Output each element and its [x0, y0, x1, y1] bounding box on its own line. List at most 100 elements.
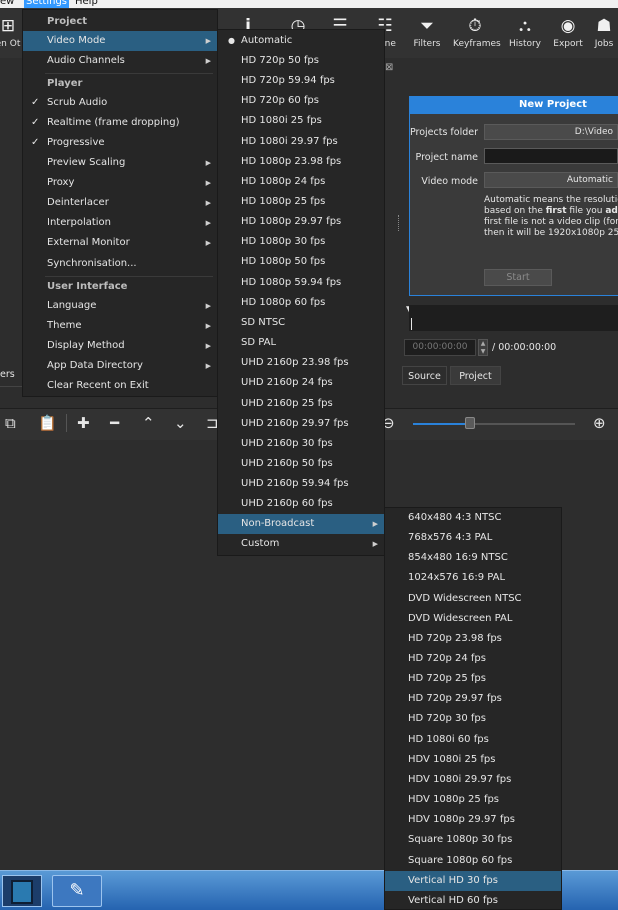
menu-item-resolution[interactable]: HD 720p 23.98 fps [385, 629, 561, 649]
zoom-slider-handle[interactable] [465, 417, 475, 429]
menu-item-progressive[interactable]: ✓ Progressive [23, 133, 217, 153]
splitter-handle[interactable] [398, 215, 400, 231]
menu-item-video-mode[interactable]: UHD 2160p 60 fps [218, 494, 384, 514]
menu-item-theme[interactable]: Theme ▶ [23, 316, 217, 336]
menu-item-audio-channels[interactable]: Audio Channels ▶ [23, 51, 217, 71]
history-button[interactable]: ⛬ History [503, 14, 547, 58]
left-panel-tab[interactable]: ers [0, 369, 15, 380]
menu-item-resolution[interactable]: HD 1080i 60 fps [385, 730, 561, 750]
menu-item-resolution[interactable]: HD 720p 29.97 fps [385, 689, 561, 709]
menu-item-video-mode[interactable]: HD 1080p 25 fps [218, 192, 384, 212]
tab-project[interactable]: Project [450, 366, 501, 385]
menu-item-display-method[interactable]: Display Method ▶ [23, 336, 217, 356]
taskbar-app-paint[interactable]: ✎ [52, 875, 102, 907]
keyframes-button[interactable]: ⏱ Keyframes [453, 14, 501, 58]
chevron-right-icon: ▶ [205, 57, 211, 65]
menu-item-non-broadcast[interactable]: Non-Broadcast ▶ [218, 514, 384, 534]
video-mode-label: Video mode [421, 176, 478, 187]
playhead [411, 318, 412, 330]
menu-item-resolution[interactable]: HDV 1080p 29.97 fps [385, 810, 561, 830]
menu-item-video-mode[interactable]: UHD 2160p 50 fps [218, 454, 384, 474]
chevron-right-icon: ▶ [205, 37, 211, 45]
menu-item-realtime[interactable]: ✓ Realtime (frame dropping) [23, 113, 217, 133]
menu-help[interactable]: Help [75, 0, 98, 8]
menu-item-video-mode[interactable]: SD NTSC [218, 313, 384, 333]
menu-item-resolution[interactable]: HD 720p 30 fps [385, 709, 561, 729]
menu-item-video-mode[interactable]: HD 1080p 59.94 fps [218, 273, 384, 293]
timecode-field[interactable]: 00:00:00:00 [404, 339, 476, 356]
project-name-field[interactable] [484, 148, 618, 164]
lift-icon[interactable]: ⌃ [142, 414, 155, 432]
menu-item-preview-scaling[interactable]: Preview Scaling ▶ [23, 153, 217, 173]
divider [0, 386, 22, 387]
menu-item-proxy[interactable]: Proxy ▶ [23, 173, 217, 193]
menu-item-vertical-hd-60[interactable]: Vertical HD 60 fps [385, 891, 561, 910]
tab-source[interactable]: Source [402, 366, 447, 385]
jobs-button[interactable]: ☗ Jobs [582, 14, 618, 58]
menu-item-video-mode[interactable]: UHD 2160p 59.94 fps [218, 474, 384, 494]
menu-item-resolution[interactable]: 1024x576 16:9 PAL [385, 568, 561, 588]
menu-item-resolution[interactable]: Square 1080p 60 fps [385, 851, 561, 871]
start-button[interactable]: Start [484, 269, 552, 286]
menu-item-synchronisation[interactable]: Synchronisation... [23, 254, 217, 274]
menu-item-video-mode[interactable]: UHD 2160p 24 fps [218, 373, 384, 393]
menu-item-video-mode[interactable]: HD 1080p 60 fps [218, 293, 384, 313]
menu-item-custom[interactable]: Custom ▶ [218, 534, 384, 554]
menu-item-video-mode[interactable]: HD 720p 60 fps [218, 91, 384, 111]
menu-item-video-mode[interactable]: Video Mode ▶ [23, 31, 217, 51]
menu-item-video-mode[interactable]: UHD 2160p 25 fps [218, 394, 384, 414]
menu-item-video-mode[interactable]: HD 1080p 23.98 fps [218, 152, 384, 172]
menu-item-video-mode[interactable]: UHD 2160p 30 fps [218, 434, 384, 454]
menu-settings[interactable]: Settings [24, 0, 70, 8]
taskbar-app-shotcut[interactable] [2, 875, 42, 907]
menu-item-vertical-hd-30[interactable]: Vertical HD 30 fps [385, 871, 561, 891]
paste-icon[interactable]: 📋 [38, 414, 57, 432]
menu-item-video-mode[interactable]: UHD 2160p 23.98 fps [218, 353, 384, 373]
menu-item-resolution[interactable]: HDV 1080i 29.97 fps [385, 770, 561, 790]
menu-item-video-mode[interactable]: UHD 2160p 29.97 fps [218, 414, 384, 434]
chevron-right-icon: ▶ [372, 520, 378, 528]
menu-item-resolution[interactable]: HDV 1080i 25 fps [385, 750, 561, 770]
append-icon[interactable]: ✚ [77, 414, 90, 432]
zoom-in-icon[interactable]: ⊕ [593, 414, 606, 432]
menu-item-interpolation[interactable]: Interpolation ▶ [23, 213, 217, 233]
overwrite-icon[interactable]: ⌄ [174, 414, 187, 432]
menu-item-video-mode[interactable]: HD 720p 50 fps [218, 51, 384, 71]
copy-icon[interactable]: ⧉ [5, 414, 16, 432]
menu-item-video-mode[interactable]: HD 1080p 50 fps [218, 252, 384, 272]
menu-item-external-monitor[interactable]: External Monitor ▶ [23, 233, 217, 253]
close-icon[interactable]: ⊠ [385, 62, 393, 73]
remove-icon[interactable]: ━ [110, 414, 119, 432]
menu-item-video-mode[interactable]: SD PAL [218, 333, 384, 353]
menu-item-scrub-audio[interactable]: ✓ Scrub Audio [23, 93, 217, 113]
menu-item-app-data-directory[interactable]: App Data Directory ▶ [23, 356, 217, 376]
menu-item-resolution[interactable]: HD 720p 25 fps [385, 669, 561, 689]
menu-item-video-mode[interactable]: HD 1080p 30 fps [218, 232, 384, 252]
menu-item-video-mode[interactable]: HD 1080p 24 fps [218, 172, 384, 192]
menu-view[interactable]: ew [0, 0, 14, 8]
menu-item-resolution[interactable]: DVD Widescreen NTSC [385, 589, 561, 609]
chevron-right-icon: ▶ [205, 179, 211, 187]
menu-item-video-mode[interactable]: HD 1080p 29.97 fps [218, 212, 384, 232]
player-scrubber[interactable] [409, 305, 618, 331]
projects-folder-field[interactable]: D:\Video [484, 124, 618, 140]
menu-item-resolution[interactable]: HD 720p 24 fps [385, 649, 561, 669]
menu-item-language[interactable]: Language ▶ [23, 296, 217, 316]
menu-item-resolution[interactable]: 640x480 4:3 NTSC [385, 508, 561, 528]
menu-item-automatic[interactable]: ● Automatic [218, 31, 384, 51]
menu-item-resolution[interactable]: 768x576 4:3 PAL [385, 528, 561, 548]
menu-item-clear-recent[interactable]: Clear Recent on Exit [23, 376, 217, 396]
projects-folder-label: Projects folder [409, 127, 478, 138]
menu-item-resolution[interactable]: DVD Widescreen PAL [385, 609, 561, 629]
menu-item-resolution[interactable]: 854x480 16:9 NTSC [385, 548, 561, 568]
video-mode-select[interactable]: Automatic [484, 172, 618, 188]
menu-item-deinterlacer[interactable]: Deinterlacer ▶ [23, 193, 217, 213]
timecode-spinner[interactable]: ▲ ▼ [478, 339, 488, 356]
filters-button[interactable]: ⏷ Filters [405, 14, 449, 58]
menu-item-resolution[interactable]: Square 1080p 30 fps [385, 830, 561, 850]
chevron-right-icon: ▶ [205, 239, 211, 247]
menu-item-resolution[interactable]: HDV 1080p 25 fps [385, 790, 561, 810]
menu-item-video-mode[interactable]: HD 1080i 25 fps [218, 111, 384, 131]
menu-item-video-mode[interactable]: HD 720p 59.94 fps [218, 71, 384, 91]
menu-item-video-mode[interactable]: HD 1080i 29.97 fps [218, 132, 384, 152]
